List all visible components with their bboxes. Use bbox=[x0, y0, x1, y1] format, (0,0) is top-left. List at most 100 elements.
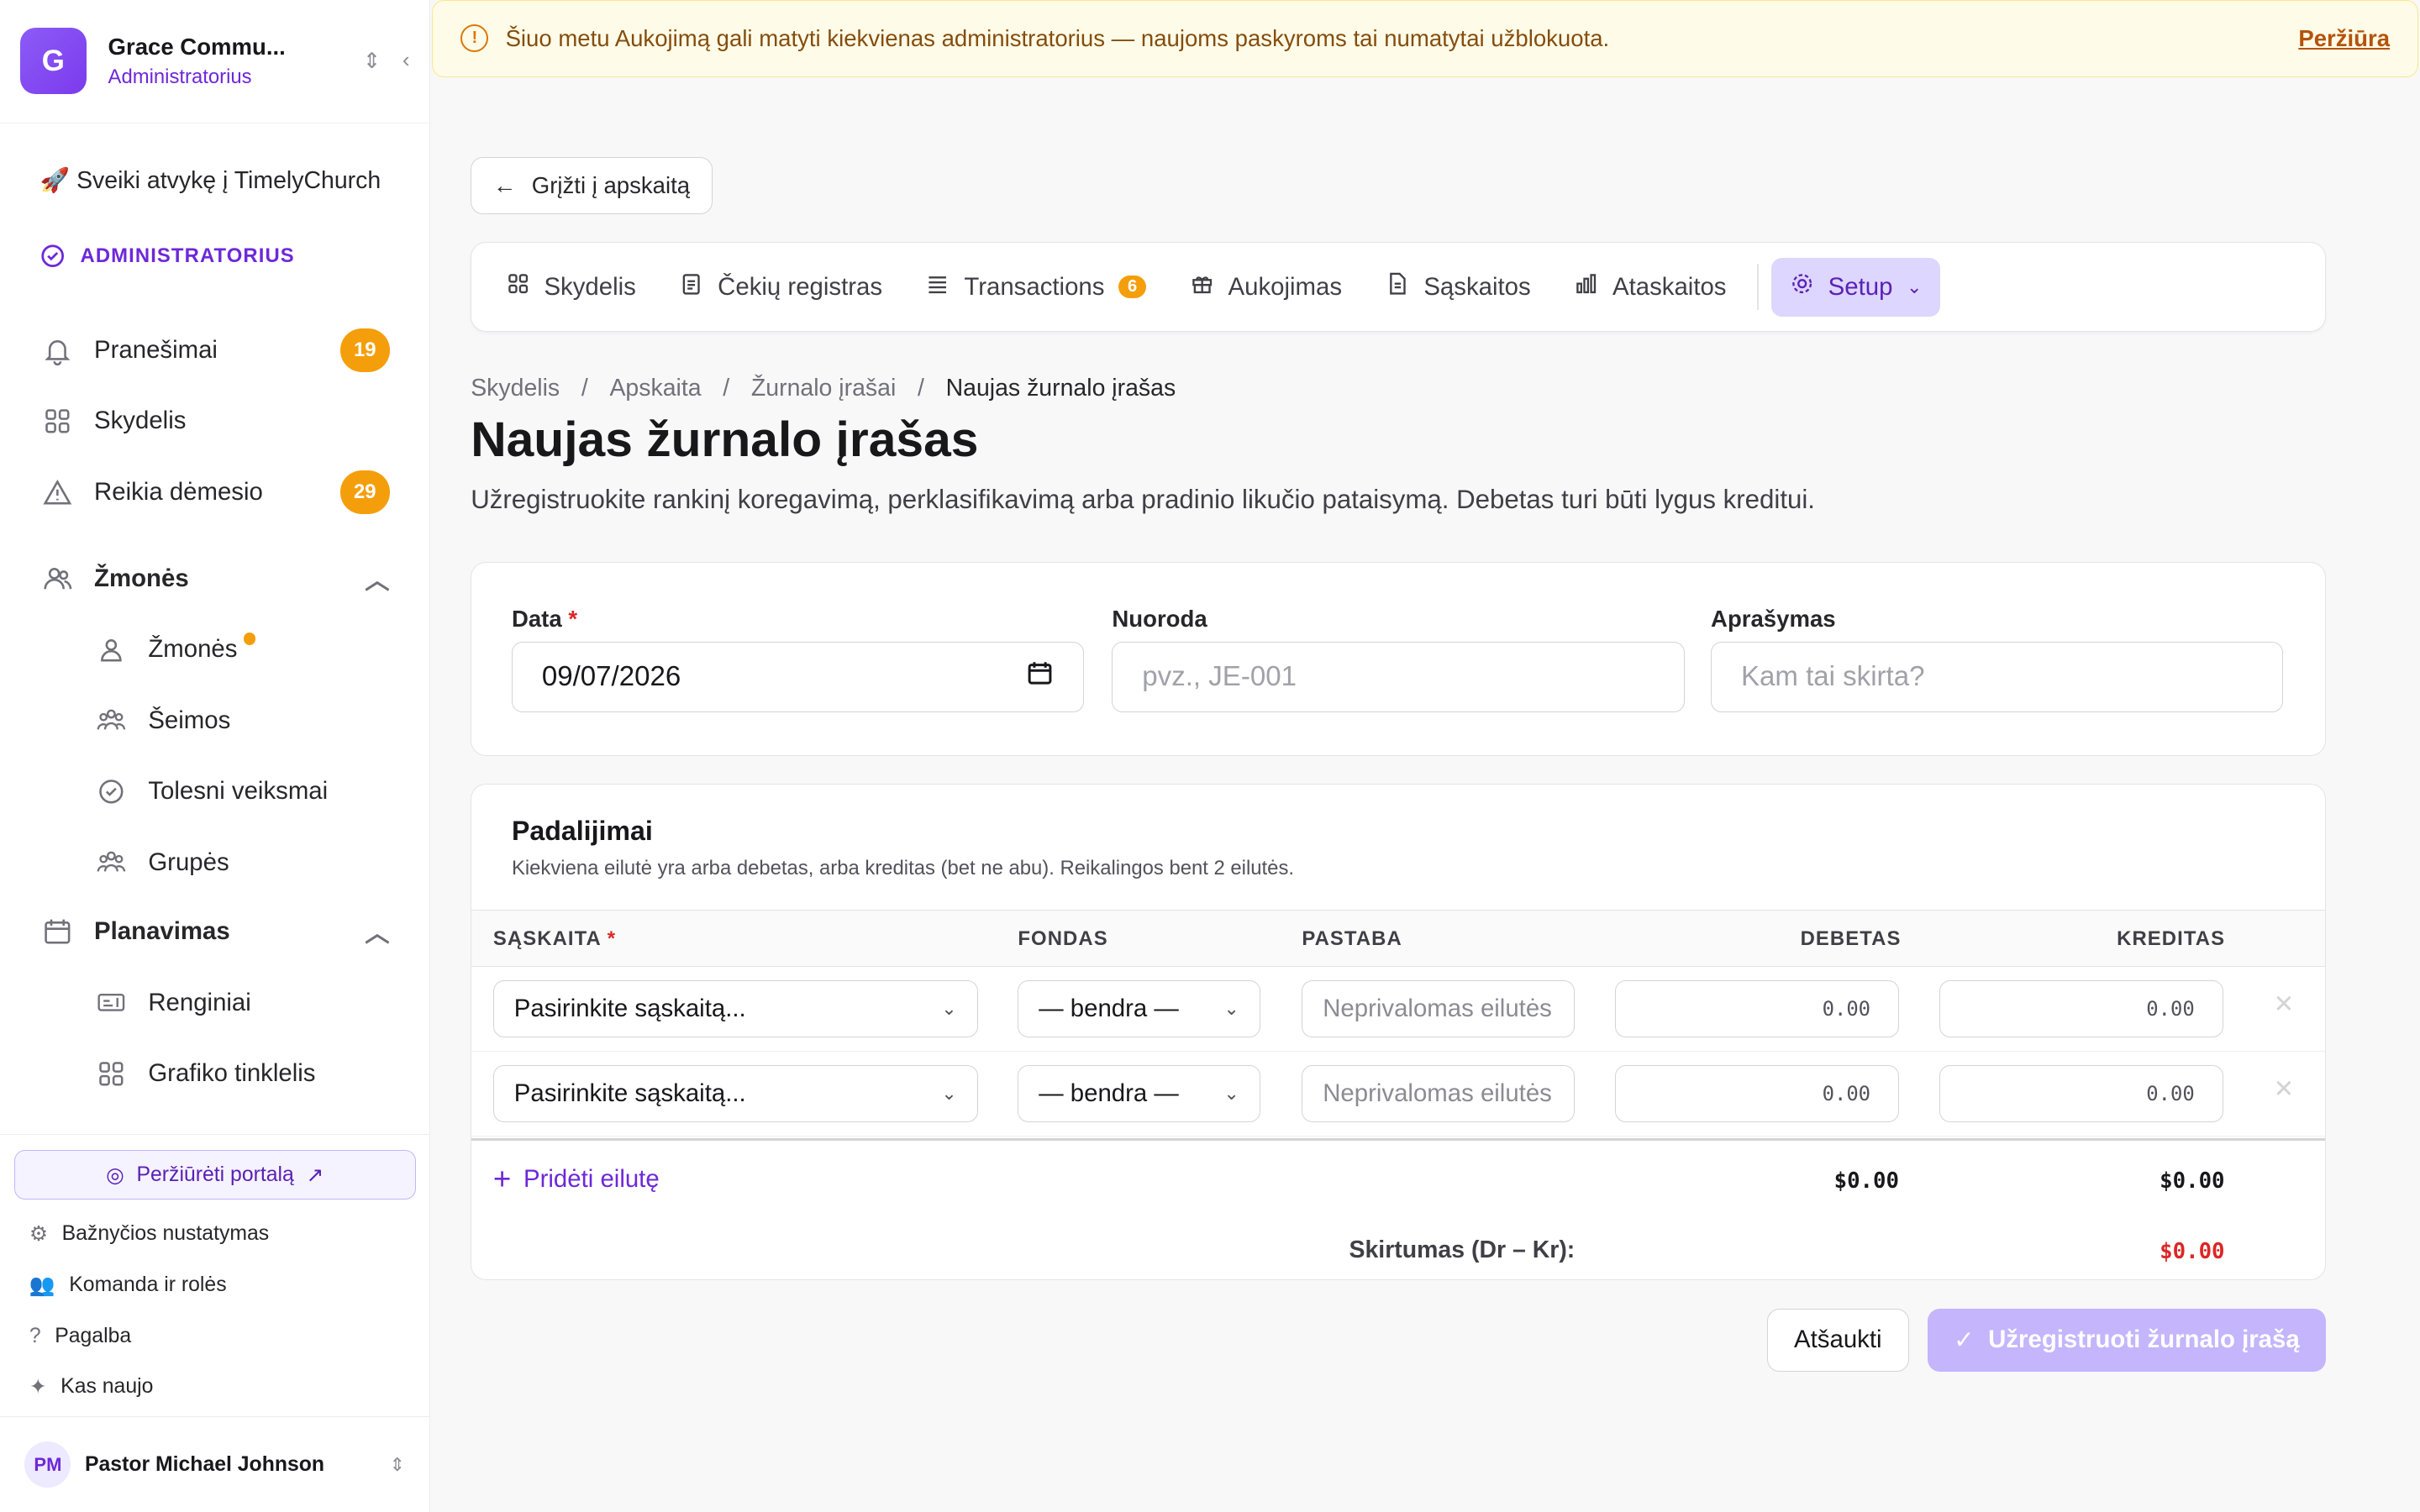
user-menu[interactable]: PM Pastor Michael Johnson ⇕ bbox=[0, 1416, 430, 1512]
check-icon: ✓ bbox=[1954, 1326, 1975, 1354]
breadcrumb-accounting[interactable]: Apskaita bbox=[609, 375, 701, 402]
credit-input[interactable]: 0.00 bbox=[1939, 1065, 2223, 1123]
chevron-down-icon: ⌄ bbox=[941, 1083, 957, 1105]
gift-icon bbox=[1190, 271, 1214, 302]
fund-select[interactable]: — bendra — ⌄ bbox=[1018, 980, 1260, 1038]
sidebar-group-planning[interactable]: Planavimas ︿ bbox=[40, 909, 390, 955]
reference-field: Nuoroda pvz., JE-001 bbox=[1112, 606, 1685, 713]
reference-input[interactable]: pvz., JE-001 bbox=[1112, 641, 1685, 713]
collapse-sidebar-icon[interactable]: ‹ bbox=[402, 49, 410, 74]
breadcrumb-journal-entries[interactable]: Žurnalo įrašai bbox=[751, 375, 896, 402]
tab-setup[interactable]: Setup ⌄ bbox=[1770, 257, 1941, 317]
view-portal-button[interactable]: ◎ Peržiūrėti portalą ↗ bbox=[13, 1150, 416, 1200]
chevron-up-icon[interactable]: ︿ bbox=[365, 914, 389, 949]
tab-reports[interactable]: Ataskaitos bbox=[1555, 258, 1744, 317]
sidebar-item-church-settings[interactable]: ⚙ Bažnyčios nustatymas bbox=[0, 1209, 429, 1260]
dummy bbox=[40, 43, 390, 89]
tab-transactions[interactable]: Transactions 6 bbox=[907, 258, 1165, 317]
remove-row-icon[interactable]: ✕ bbox=[2274, 1074, 2295, 1104]
submit-journal-entry-button[interactable]: ✓ Užregistruoti žurnalo įrašą bbox=[1927, 1308, 2326, 1372]
splits-hint: Kiekviena eilutė yra arba debetas, arba … bbox=[511, 857, 1295, 880]
breadcrumb-dashboard[interactable]: Skydelis bbox=[471, 375, 560, 402]
ticket-icon bbox=[94, 986, 128, 1020]
plus-icon: + bbox=[492, 1162, 512, 1197]
breadcrumb-separator: / bbox=[917, 375, 924, 402]
document-icon bbox=[1385, 271, 1409, 302]
grid-icon bbox=[40, 404, 74, 438]
sidebar-item-schedule-grid[interactable]: Grafiko tinklelis bbox=[94, 1051, 390, 1097]
breadcrumb-current: Naujas žurnalo įrašas bbox=[945, 375, 1176, 402]
sidebar-item-attention[interactable]: Reikia dėmesio 29 bbox=[40, 469, 390, 515]
sidebar-item-team-roles[interactable]: 👥 Komanda ir rolės bbox=[0, 1260, 429, 1311]
required-asterisk: * bbox=[568, 605, 578, 632]
description-field: Aprašymas Kam tai skirta? bbox=[1711, 606, 2284, 713]
splits-table-header: SĄSKAITA * FONDAS PASTABA DEBETAS KREDIT… bbox=[471, 909, 2325, 967]
memo-input[interactable]: Neprivalomas eilutės bbox=[1302, 1065, 1576, 1123]
tab-giving[interactable]: Aukojimas bbox=[1171, 258, 1360, 317]
sidebar-item-whats-new[interactable]: ✦ Kas naujo bbox=[0, 1362, 429, 1413]
check-circle-icon bbox=[41, 244, 64, 268]
total-credit: $0.00 bbox=[2160, 1168, 2225, 1194]
alert-banner: ! Šiuo metu Aukojimą gali matyti kiekvie… bbox=[432, 0, 2419, 77]
avatar: PM bbox=[24, 1441, 71, 1488]
gear-icon bbox=[1790, 271, 1814, 302]
grid-icon bbox=[506, 271, 530, 302]
clipboard-icon bbox=[679, 271, 703, 302]
tab-invoices[interactable]: Sąskaitos bbox=[1366, 258, 1549, 317]
account-select[interactable]: Pasirinkite sąskaitą... ⌄ bbox=[492, 1065, 978, 1123]
alert-review-link[interactable]: Peržiūra bbox=[2298, 25, 2390, 52]
sidebar-item-notifications[interactable]: Pranešimai 19 bbox=[40, 327, 390, 373]
difference-value: $0.00 bbox=[2160, 1239, 2225, 1265]
sidebar-group-people[interactable]: Žmonės ︿ bbox=[40, 555, 390, 601]
required-asterisk: * bbox=[607, 927, 617, 950]
difference-label: Skirtumas (Dr – Kr): bbox=[1349, 1236, 1576, 1263]
sidebar-item-families[interactable]: Šeimos bbox=[94, 697, 390, 743]
form-actions: Atšaukti ✓ Užregistruoti žurnalo įrašą bbox=[1766, 1308, 2326, 1372]
fund-select[interactable]: — bendra — ⌄ bbox=[1018, 1065, 1260, 1123]
globe-icon: ◎ bbox=[106, 1163, 124, 1187]
sidebar-item-help[interactable]: ? Pagalba bbox=[0, 1310, 429, 1362]
tab-check-register[interactable]: Čekių registras bbox=[660, 258, 901, 317]
users-icon: 👥 bbox=[29, 1273, 55, 1297]
credit-input[interactable]: 0.00 bbox=[1939, 980, 2223, 1038]
sidebar-item-groups[interactable]: Grupės bbox=[94, 839, 390, 885]
warning-triangle-icon bbox=[40, 475, 74, 509]
back-to-accounting-button[interactable]: ← Grįžti į apskaitą bbox=[471, 157, 713, 215]
date-field: Data * 09/07/2026 bbox=[511, 605, 1085, 713]
cancel-button[interactable]: Atšaukti bbox=[1766, 1308, 1909, 1372]
breadcrumb-separator: / bbox=[581, 375, 588, 402]
grid-icon bbox=[94, 1057, 128, 1090]
account-select[interactable]: Pasirinkite sąskaitą... ⌄ bbox=[492, 980, 978, 1038]
splits-title: Padalijimai bbox=[511, 815, 653, 846]
groups-icon bbox=[94, 846, 128, 879]
debit-input[interactable]: 0.00 bbox=[1615, 980, 1900, 1038]
sidebar-item-events[interactable]: Renginiai bbox=[94, 979, 390, 1026]
table-row: Pasirinkite sąskaitą... ⌄ — bendra — ⌄ Nep… bbox=[471, 967, 2325, 1052]
sidebar-item-dashboard[interactable]: Skydelis bbox=[40, 398, 390, 444]
unread-dot bbox=[243, 633, 256, 645]
chevron-up-icon[interactable]: ︿ bbox=[365, 561, 389, 596]
sidebar-footer: ◎ Peržiūrėti portalą ↗ ⚙ Bažnyčios nustat… bbox=[0, 1133, 430, 1413]
add-row-button[interactable]: + Pridėti eilutę bbox=[493, 1162, 660, 1197]
calendar-icon bbox=[40, 915, 74, 948]
entry-details-card: Data * 09/07/2026 Nuoroda pvz., JE-001 A… bbox=[471, 561, 2326, 756]
transactions-badge: 6 bbox=[1118, 276, 1147, 298]
description-input[interactable]: Kam tai skirta? bbox=[1711, 641, 2284, 713]
sidebar-item-followups[interactable]: Tolesni veiksmai bbox=[94, 769, 390, 815]
user-icon bbox=[94, 633, 128, 666]
alert-text: Šiuo metu Aukojimą gali matyti kiekviena… bbox=[505, 24, 1610, 51]
list-icon bbox=[925, 271, 950, 302]
tab-divider bbox=[1757, 264, 1760, 311]
page-subtitle: Užregistruokite rankinį koregavimą, perk… bbox=[471, 484, 1815, 514]
chevron-updown-icon: ⇕ bbox=[389, 1453, 406, 1475]
sidebar-item-people[interactable]: Žmonės bbox=[94, 627, 390, 673]
tab-dashboard[interactable]: Skydelis bbox=[487, 258, 655, 317]
family-icon bbox=[94, 704, 128, 738]
date-input[interactable]: 09/07/2026 bbox=[511, 641, 1085, 713]
help-circle-icon: ? bbox=[29, 1324, 41, 1347]
calendar-icon[interactable] bbox=[1026, 659, 1054, 695]
debit-input[interactable]: 0.00 bbox=[1615, 1065, 1900, 1123]
memo-input[interactable]: Neprivalomas eilutės bbox=[1302, 980, 1576, 1038]
remove-row-icon[interactable]: ✕ bbox=[2274, 990, 2295, 1019]
total-debit: $0.00 bbox=[1833, 1168, 1899, 1194]
